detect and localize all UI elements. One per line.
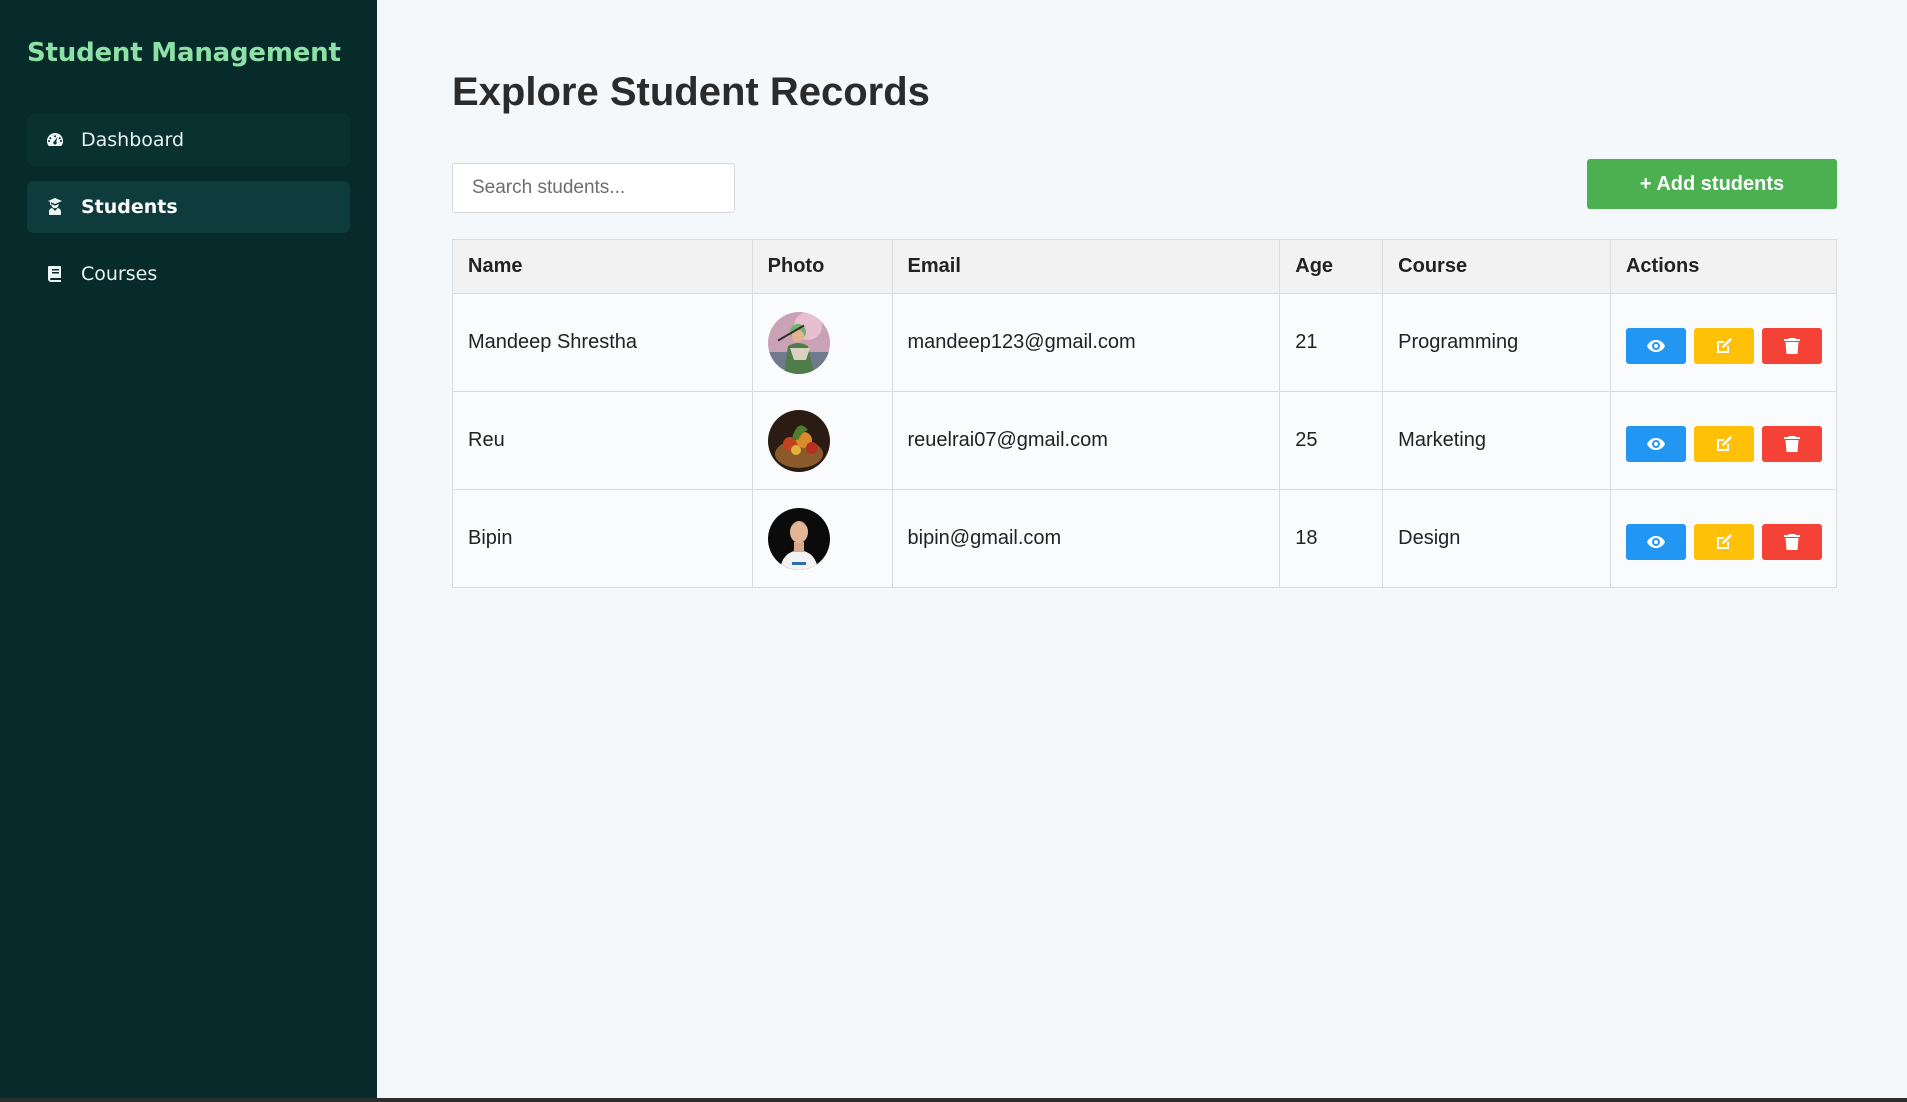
view-button[interactable]: [1625, 327, 1686, 364]
row-actions: [1625, 518, 1836, 560]
cell-age: 21: [1279, 293, 1384, 392]
edit-button[interactable]: [1693, 425, 1754, 462]
header-age: Age: [1279, 239, 1384, 294]
header-actions: Actions: [1609, 239, 1838, 294]
edit-button[interactable]: [1693, 327, 1754, 364]
header-email: Email: [891, 239, 1281, 294]
cell-age: 18: [1279, 489, 1384, 588]
cell-name: Reu: [452, 391, 753, 490]
cell-actions: [1609, 293, 1838, 392]
cell-course: Marketing: [1382, 391, 1611, 490]
cell-name: Mandeep Shrestha: [452, 293, 753, 392]
delete-button[interactable]: [1761, 425, 1822, 462]
add-students-button[interactable]: + Add students: [1587, 159, 1837, 209]
sidebar-nav: Dashboard Students Courses: [0, 114, 377, 300]
book-icon: [45, 264, 65, 284]
brand-title: Student Management: [27, 38, 341, 68]
search-input[interactable]: [452, 163, 735, 213]
page-title: Explore Student Records: [452, 70, 930, 114]
header-course: Course: [1382, 239, 1611, 294]
app-window: Student Management Dashboard Students Co…: [0, 0, 1907, 1098]
row-actions: [1625, 420, 1836, 462]
sidebar-item-courses[interactable]: Courses: [27, 248, 350, 300]
cell-photo: [751, 293, 893, 392]
table-row: Mandeep Shrestha mandeep123@gmail.com 21…: [452, 293, 1838, 392]
sidebar-item-dashboard[interactable]: Dashboard: [27, 114, 350, 166]
edit-icon: [1716, 533, 1732, 549]
cell-email: mandeep123@gmail.com: [891, 293, 1281, 392]
student-avatar: [767, 409, 830, 472]
cell-email: bipin@gmail.com: [891, 489, 1281, 588]
dashboard-gauge-icon: [45, 130, 65, 150]
header-photo: Photo: [751, 239, 893, 294]
table-row: Reu reuelrai07@gmail.com 25 Marketing: [452, 391, 1838, 490]
view-button[interactable]: [1625, 523, 1686, 560]
cell-age: 25: [1279, 391, 1384, 490]
sidebar-item-label: Dashboard: [81, 129, 185, 151]
sidebar-item-label: Courses: [81, 263, 158, 285]
cell-photo: [751, 391, 893, 490]
eye-icon: [1646, 339, 1665, 352]
trash-icon: [1783, 337, 1800, 354]
delete-button[interactable]: [1761, 523, 1822, 560]
toolbar: + Add students: [452, 159, 1837, 213]
delete-button[interactable]: [1761, 327, 1822, 364]
trash-icon: [1783, 533, 1800, 550]
student-avatar: [767, 507, 830, 570]
edit-icon: [1716, 435, 1732, 451]
edit-button[interactable]: [1693, 523, 1754, 560]
table-row: Bipin bipin@gmail.com 18 Design: [452, 489, 1838, 588]
view-button[interactable]: [1625, 425, 1686, 462]
header-name: Name: [452, 239, 753, 294]
eye-icon: [1646, 437, 1665, 450]
cell-email: reuelrai07@gmail.com: [891, 391, 1281, 490]
sidebar: Student Management Dashboard Students Co…: [0, 0, 377, 1098]
cell-actions: [1609, 391, 1838, 490]
student-avatar: [767, 311, 830, 374]
cell-course: Design: [1382, 489, 1611, 588]
main-content: Explore Student Records + Add students N…: [377, 0, 1907, 1098]
window-bottom-edge: [0, 1098, 1907, 1102]
student-icon: [45, 197, 65, 217]
cell-name: Bipin: [452, 489, 753, 588]
sidebar-item-students[interactable]: Students: [27, 181, 350, 233]
row-actions: [1625, 322, 1836, 364]
eye-icon: [1646, 535, 1665, 548]
students-table: Name Photo Email Age Course Actions Mand…: [452, 239, 1838, 588]
cell-photo: [751, 489, 893, 588]
trash-icon: [1783, 435, 1800, 452]
cell-actions: [1609, 489, 1838, 588]
cell-course: Programming: [1382, 293, 1611, 392]
table-header-row: Name Photo Email Age Course Actions: [452, 239, 1838, 294]
sidebar-item-label: Students: [81, 196, 178, 218]
edit-icon: [1716, 337, 1732, 353]
